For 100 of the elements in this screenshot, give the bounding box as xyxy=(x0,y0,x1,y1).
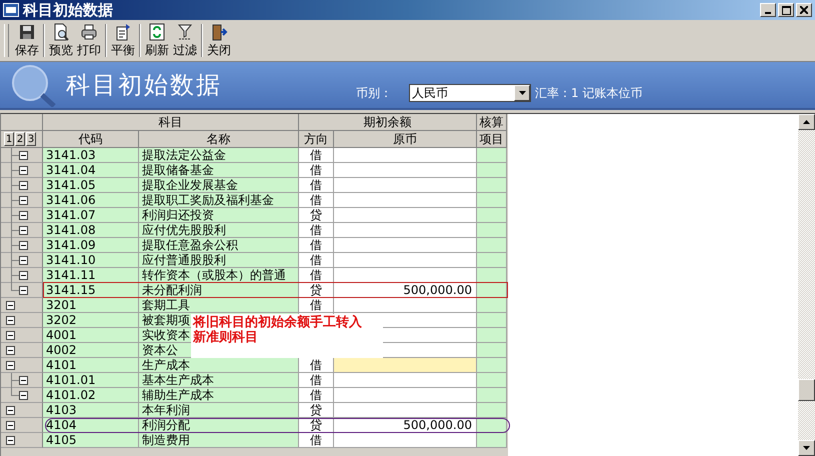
amount-cell[interactable] xyxy=(334,178,477,193)
name-cell: 提取企业发展基金 xyxy=(139,178,299,193)
collapse-toggle[interactable] xyxy=(6,406,15,415)
collapse-toggle[interactable] xyxy=(6,421,15,430)
amount-cell[interactable] xyxy=(334,163,477,178)
close-button[interactable] xyxy=(796,3,812,17)
code-cell: 3141.08 xyxy=(43,223,139,238)
item-cell xyxy=(477,178,507,193)
collapse-toggle[interactable] xyxy=(6,346,15,355)
direction-cell: 借 xyxy=(299,178,334,193)
exchange-rate-text: 汇率：1 记账本位币 xyxy=(535,84,642,102)
collapse-toggle[interactable] xyxy=(19,166,28,175)
item-cell xyxy=(477,298,507,313)
code-cell: 3141.09 xyxy=(43,238,139,253)
amount-cell[interactable] xyxy=(334,298,477,313)
collapse-toggle[interactable] xyxy=(19,256,28,265)
collapse-toggle[interactable] xyxy=(6,316,15,325)
amount-cell[interactable] xyxy=(334,238,477,253)
amount-cell[interactable] xyxy=(334,373,477,388)
collapse-toggle[interactable] xyxy=(6,361,15,370)
item-cell xyxy=(477,163,507,178)
door-icon xyxy=(210,22,228,40)
print-button[interactable]: 打印 xyxy=(75,22,103,59)
collapse-toggle[interactable] xyxy=(19,376,28,385)
item-cell xyxy=(477,238,507,253)
direction-cell: 借 xyxy=(299,193,334,208)
name-cell: 利润归还投资 xyxy=(139,208,299,223)
column-header: 名称 xyxy=(139,131,299,148)
direction-cell: 借 xyxy=(299,163,334,178)
column-header: 原币 xyxy=(334,131,477,148)
close-tool-button[interactable]: 关闭 xyxy=(205,22,233,59)
collapse-toggle[interactable] xyxy=(19,271,28,280)
name-cell: 应付普通股股利 xyxy=(139,253,299,268)
name-cell: 套期工具 xyxy=(139,298,299,313)
up-arrow-icon xyxy=(803,120,810,124)
floppy-icon xyxy=(18,22,36,40)
code-cell: 4101.01 xyxy=(43,373,139,388)
direction-cell: 借 xyxy=(299,433,334,448)
maximize-button[interactable] xyxy=(778,3,794,17)
collapse-toggle[interactable] xyxy=(19,226,28,235)
scroll-up-button[interactable] xyxy=(798,114,815,130)
scrollbar-thumb[interactable] xyxy=(798,378,815,401)
column-header: 方向 xyxy=(299,131,334,148)
preview-button[interactable]: 预览 xyxy=(47,22,75,59)
balance-button[interactable]: 平衡 xyxy=(109,22,137,59)
amount-cell[interactable] xyxy=(334,268,477,283)
item-cell xyxy=(477,328,507,343)
collapse-toggle[interactable] xyxy=(19,391,28,400)
level-button[interactable]: 3 xyxy=(26,132,36,146)
direction-cell: 贷 xyxy=(299,283,334,298)
amount-cell[interactable] xyxy=(334,403,477,418)
refresh-button[interactable]: 刷新 xyxy=(143,22,171,59)
collapse-toggle[interactable] xyxy=(6,436,15,445)
refresh-icon xyxy=(148,22,166,40)
amount-cell[interactable] xyxy=(334,223,477,238)
direction-cell: 借 xyxy=(299,223,334,238)
amount-cell[interactable] xyxy=(334,193,477,208)
direction-cell: 借 xyxy=(299,268,334,283)
direction-cell: 借 xyxy=(299,373,334,388)
item-cell xyxy=(477,388,507,403)
collapse-toggle[interactable] xyxy=(19,211,28,220)
name-cell: 提取职工奖励及福利基金 xyxy=(139,193,299,208)
collapse-toggle[interactable] xyxy=(6,301,15,310)
amount-cell[interactable] xyxy=(334,253,477,268)
currency-label: 币别： xyxy=(356,84,392,102)
minimize-button[interactable] xyxy=(760,3,776,17)
collapse-toggle[interactable] xyxy=(19,181,28,190)
name-cell: 未分配利润 xyxy=(139,283,299,298)
amount-cell[interactable] xyxy=(334,433,477,448)
name-cell: 本年利润 xyxy=(139,403,299,418)
collapse-toggle[interactable] xyxy=(6,331,15,340)
code-cell: 3141.03 xyxy=(43,148,139,163)
column-header: 代码 xyxy=(43,131,139,148)
collapse-toggle[interactable] xyxy=(19,241,28,250)
direction-cell: 贷 xyxy=(299,403,334,418)
level-button[interactable]: 2 xyxy=(15,132,25,146)
name-cell: 生产成本 xyxy=(139,358,299,373)
currency-dropdown[interactable]: 人民币 xyxy=(409,84,531,102)
amount-cell[interactable]: 500,000.00 xyxy=(334,283,477,298)
code-cell: 4101.02 xyxy=(43,388,139,403)
code-cell: 3202 xyxy=(43,313,139,328)
collapse-toggle[interactable] xyxy=(19,196,28,205)
current-cell[interactable] xyxy=(334,358,477,373)
level-button[interactable]: 1 xyxy=(4,132,14,146)
amount-cell[interactable] xyxy=(334,388,477,403)
amount-cell[interactable] xyxy=(334,208,477,223)
scroll-down-button[interactable] xyxy=(798,440,815,456)
amount-cell[interactable] xyxy=(334,148,477,163)
filter-button[interactable]: 过滤 xyxy=(171,22,199,59)
collapse-toggle[interactable] xyxy=(19,151,28,160)
name-cell: 转作资本（或股本）的普通 xyxy=(139,268,299,283)
page-magnifier-icon xyxy=(52,22,70,40)
vertical-scrollbar[interactable] xyxy=(798,114,815,456)
save-button[interactable]: 保存 xyxy=(13,22,41,59)
item-cell xyxy=(477,208,507,223)
collapse-toggle[interactable] xyxy=(19,286,28,295)
code-cell: 4103 xyxy=(43,403,139,418)
item-cell xyxy=(477,253,507,268)
direction-cell: 借 xyxy=(299,298,334,313)
group-header: 期初余额 xyxy=(299,114,477,131)
